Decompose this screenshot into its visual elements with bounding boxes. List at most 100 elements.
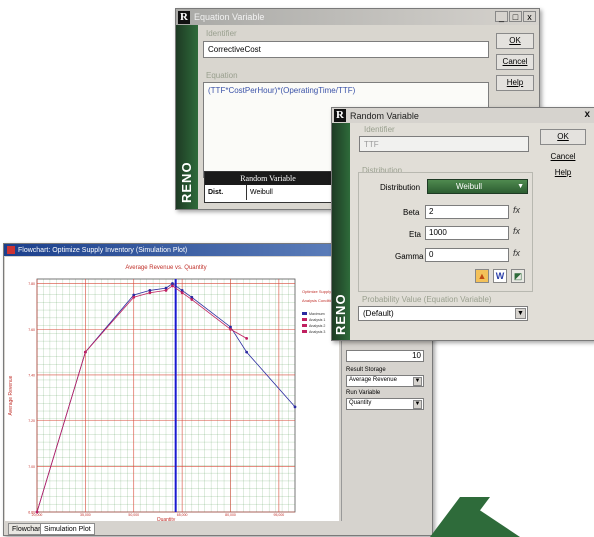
close-icon[interactable]: x — [523, 11, 536, 22]
chevron-down-icon[interactable]: ▼ — [413, 377, 422, 386]
random-ok-button[interactable]: OK — [540, 129, 586, 145]
chart-icon[interactable]: ▲ — [475, 269, 489, 283]
distribution-select[interactable]: Weibull ▼ — [427, 179, 528, 194]
chevron-down-icon[interactable]: ▼ — [517, 180, 524, 194]
run-stepper[interactable]: 10 — [346, 350, 424, 362]
fx-icon[interactable]: fx — [513, 248, 520, 258]
gamma-value: 0 — [429, 250, 434, 259]
legend-entry: Maximum — [309, 312, 325, 316]
equation-cancel-button[interactable]: Cancel — [496, 54, 534, 70]
y-axis-label: Average Revenue — [8, 375, 14, 415]
legend-swatch — [302, 324, 307, 327]
data-point — [293, 405, 297, 409]
chevron-down-icon[interactable]: ▼ — [515, 308, 526, 319]
random-identifier-field[interactable]: TTF — [359, 136, 529, 152]
eta-field[interactable]: 1000 — [425, 226, 509, 240]
minimize-icon[interactable]: _ — [495, 11, 508, 22]
variable-table: Random Variable Dist. Weibull — [204, 171, 332, 203]
data-point — [171, 284, 174, 288]
x-tick-label: 80,000 — [225, 513, 236, 517]
fx-icon[interactable]: fx — [513, 226, 520, 236]
eta-value: 1000 — [429, 228, 447, 237]
random-variable-window: R Random Variable x RENO Identifier TTF … — [331, 107, 594, 341]
equation-title: Equation Variable — [194, 12, 265, 22]
data-point — [35, 510, 39, 514]
run-variable-select[interactable]: Quantity ▼ — [346, 398, 424, 410]
random-sidebar: RENO — [332, 123, 350, 340]
beta-value: 2 — [429, 207, 434, 216]
maximize-icon[interactable]: □ — [509, 11, 522, 22]
equation-sidebar: RENO — [176, 25, 198, 209]
x-tick-label: 95,000 — [274, 513, 285, 517]
gamma-label: Gamma — [395, 252, 424, 261]
beta-label: Beta — [403, 208, 420, 217]
legend-swatch — [302, 312, 307, 315]
variable-table-header: Dist. — [205, 185, 247, 200]
equation-help-button[interactable]: Help — [496, 75, 534, 91]
data-point — [245, 336, 249, 340]
random-title: Random Variable — [350, 110, 419, 121]
distribution-value: Weibull — [456, 182, 483, 191]
x-tick-label: 50,000 — [128, 513, 139, 517]
random-titlebar[interactable]: R Random Variable x — [332, 108, 594, 123]
beta-field[interactable]: 2 — [425, 205, 509, 219]
data-point — [83, 350, 87, 354]
variable-table-value: Weibull — [250, 189, 273, 196]
distribution-label: Distribution — [380, 183, 421, 192]
random-cancel-button[interactable]: Cancel — [540, 152, 586, 161]
data-point — [229, 327, 232, 331]
random-brand: RENO — [333, 293, 348, 335]
stepper-value: 10 — [412, 351, 421, 360]
chart-title: Average Revenue vs. Quantity — [125, 265, 206, 271]
chevron-down-icon[interactable]: ▼ — [413, 400, 422, 409]
x-tick-label: 35,000 — [80, 513, 91, 517]
identifier-field[interactable]: CorrectiveCost — [203, 41, 489, 58]
legend-entry: Analysis 2 — [309, 324, 325, 328]
run-variable-label: Run Variable — [346, 390, 381, 396]
side-label: Optimize Supply — [302, 289, 331, 294]
variable-table-row[interactable]: Dist. Weibull — [205, 185, 331, 200]
identifier-label: Identifier — [206, 29, 237, 38]
gamma-field[interactable]: 0 — [425, 248, 509, 262]
y-tick-label: 7.00 — [28, 465, 35, 469]
fx-icon[interactable]: fx — [513, 205, 520, 215]
random-identifier-value: TTF — [364, 140, 379, 149]
refresh-icon[interactable]: ◩ — [511, 269, 525, 283]
legend-swatch — [302, 318, 307, 321]
plot-area: Average Revenue vs. Quantity Quantity Aver… — [5, 257, 339, 521]
weibull-icon[interactable]: W — [493, 269, 507, 283]
identifier-value: CorrectiveCost — [208, 45, 261, 54]
equation-ok-button[interactable]: OK — [496, 33, 534, 49]
legend-entry: Analysis 3 — [309, 330, 325, 334]
data-point — [245, 350, 249, 354]
equation-titlebar[interactable]: R Equation Variable _ □ x — [176, 9, 539, 25]
random-close-icon[interactable]: x — [584, 109, 590, 120]
y-tick-label: 6.80 — [28, 511, 35, 515]
data-point — [180, 291, 184, 295]
data-point — [148, 291, 152, 295]
random-help-button[interactable]: Help — [540, 168, 586, 177]
equation-brand: RENO — [179, 161, 194, 203]
flowchart-title: Flowchart: Optimize Supply Inventory (Si… — [18, 246, 188, 254]
y-tick-label: 7.60 — [28, 328, 35, 332]
variable-table-title-text: Random Variable — [240, 174, 296, 183]
data-point — [190, 298, 194, 301]
reno-logo-icon: R — [178, 10, 190, 24]
probability-label: Probability Value (Equation Variable) — [362, 295, 492, 304]
green-corner-triangle-left — [460, 497, 490, 537]
equation-value: (TTF*CostPerHour)*(OperatingTime/TTF) — [208, 86, 356, 95]
probability-value: (Default) — [363, 309, 394, 318]
random-identifier-label: Identifier — [364, 125, 395, 134]
result-storage-label: Result Storage — [346, 367, 386, 373]
result-storage-select[interactable]: Average Revenue ▼ — [346, 375, 424, 387]
reno-logo-icon: R — [334, 109, 346, 122]
probability-select[interactable]: (Default) ▼ — [358, 306, 528, 321]
tab-simulation-plot[interactable]: Simulation Plot — [40, 523, 95, 535]
equation-label: Equation — [206, 71, 238, 80]
app-icon — [7, 246, 15, 254]
legend-swatch — [302, 330, 307, 333]
legend-entry: Analysis 1 — [309, 318, 325, 322]
data-point — [132, 295, 136, 299]
x-tick-label: 65,000 — [177, 513, 188, 517]
eta-label: Eta — [409, 230, 422, 239]
